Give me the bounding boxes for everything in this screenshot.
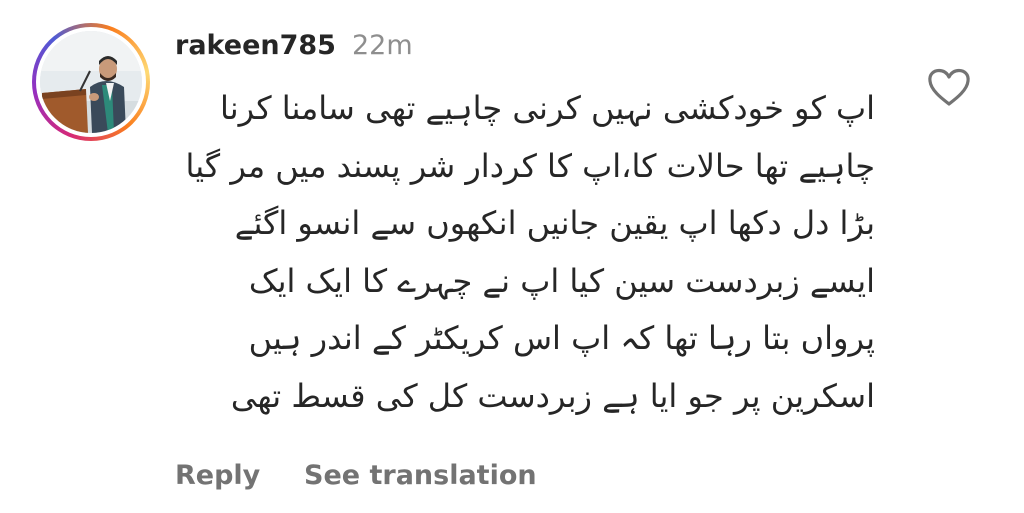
reply-button[interactable]: Reply: [175, 456, 260, 496]
comment-text-line: چاہیے تھا حالات کا،اپ کا کردار شر پسند م…: [185, 146, 875, 185]
avatar[interactable]: [40, 31, 142, 133]
username[interactable]: rakeen785: [175, 26, 336, 66]
avatar-story-ring[interactable]: [32, 23, 150, 141]
comment-text-line: ایسے زبردست سین کیا اپ نے چہرے کا ایک ای…: [248, 261, 875, 300]
avatar-photo: [40, 31, 142, 133]
heart-outline-icon[interactable]: [927, 68, 971, 108]
comment-text-line: پرواں بتا رہا تھا کہ اپ اس کریکٹر کے اند…: [248, 319, 875, 358]
comment-text: اپ کو خودکشی نہیں کرنی چاہیے تھی سامنا ک…: [175, 80, 875, 426]
see-translation-button[interactable]: See translation: [304, 456, 537, 496]
comment: rakeen785 22m اپ کو خودکشی نہیں کرنی چاہ…: [0, 0, 1024, 513]
comment-text-line: اپ کو خودکشی نہیں کرنی چاہیے تھی سامنا ک…: [220, 89, 875, 127]
timestamp: 22m: [352, 30, 413, 61]
comment-text-line: اسکرین پر جو ایا ہے زبردست کل کی قسط تھی: [230, 376, 875, 415]
comment-text-line: بڑا دل دکھا اپ یقین جانیں انکھوں سے انسو…: [234, 204, 875, 243]
